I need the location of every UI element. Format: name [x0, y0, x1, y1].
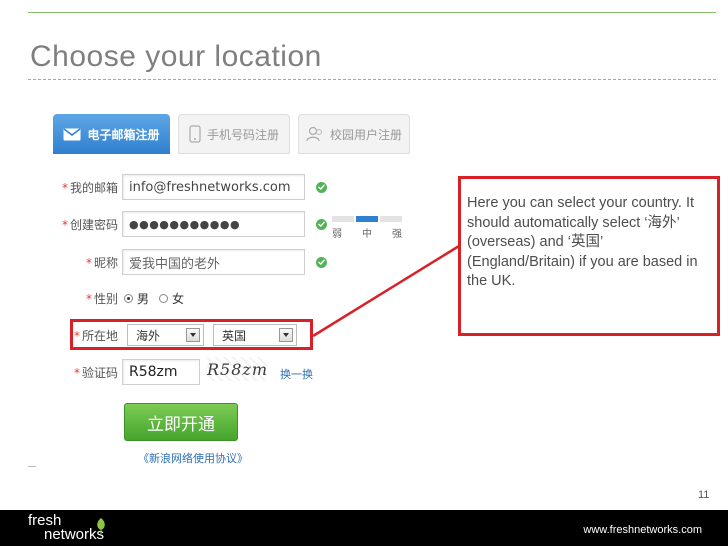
brand-logo: fresh networks — [28, 513, 105, 543]
page-number: 11 — [698, 489, 710, 501]
leaf-icon — [97, 518, 105, 534]
footer-bar: fresh networks www.freshnetworks.com — [0, 510, 728, 546]
callout-text: Here you can select your country. It sho… — [467, 195, 698, 289]
footer-url: www.freshnetworks.com — [583, 524, 702, 536]
brand-line2: networks — [44, 526, 105, 543]
